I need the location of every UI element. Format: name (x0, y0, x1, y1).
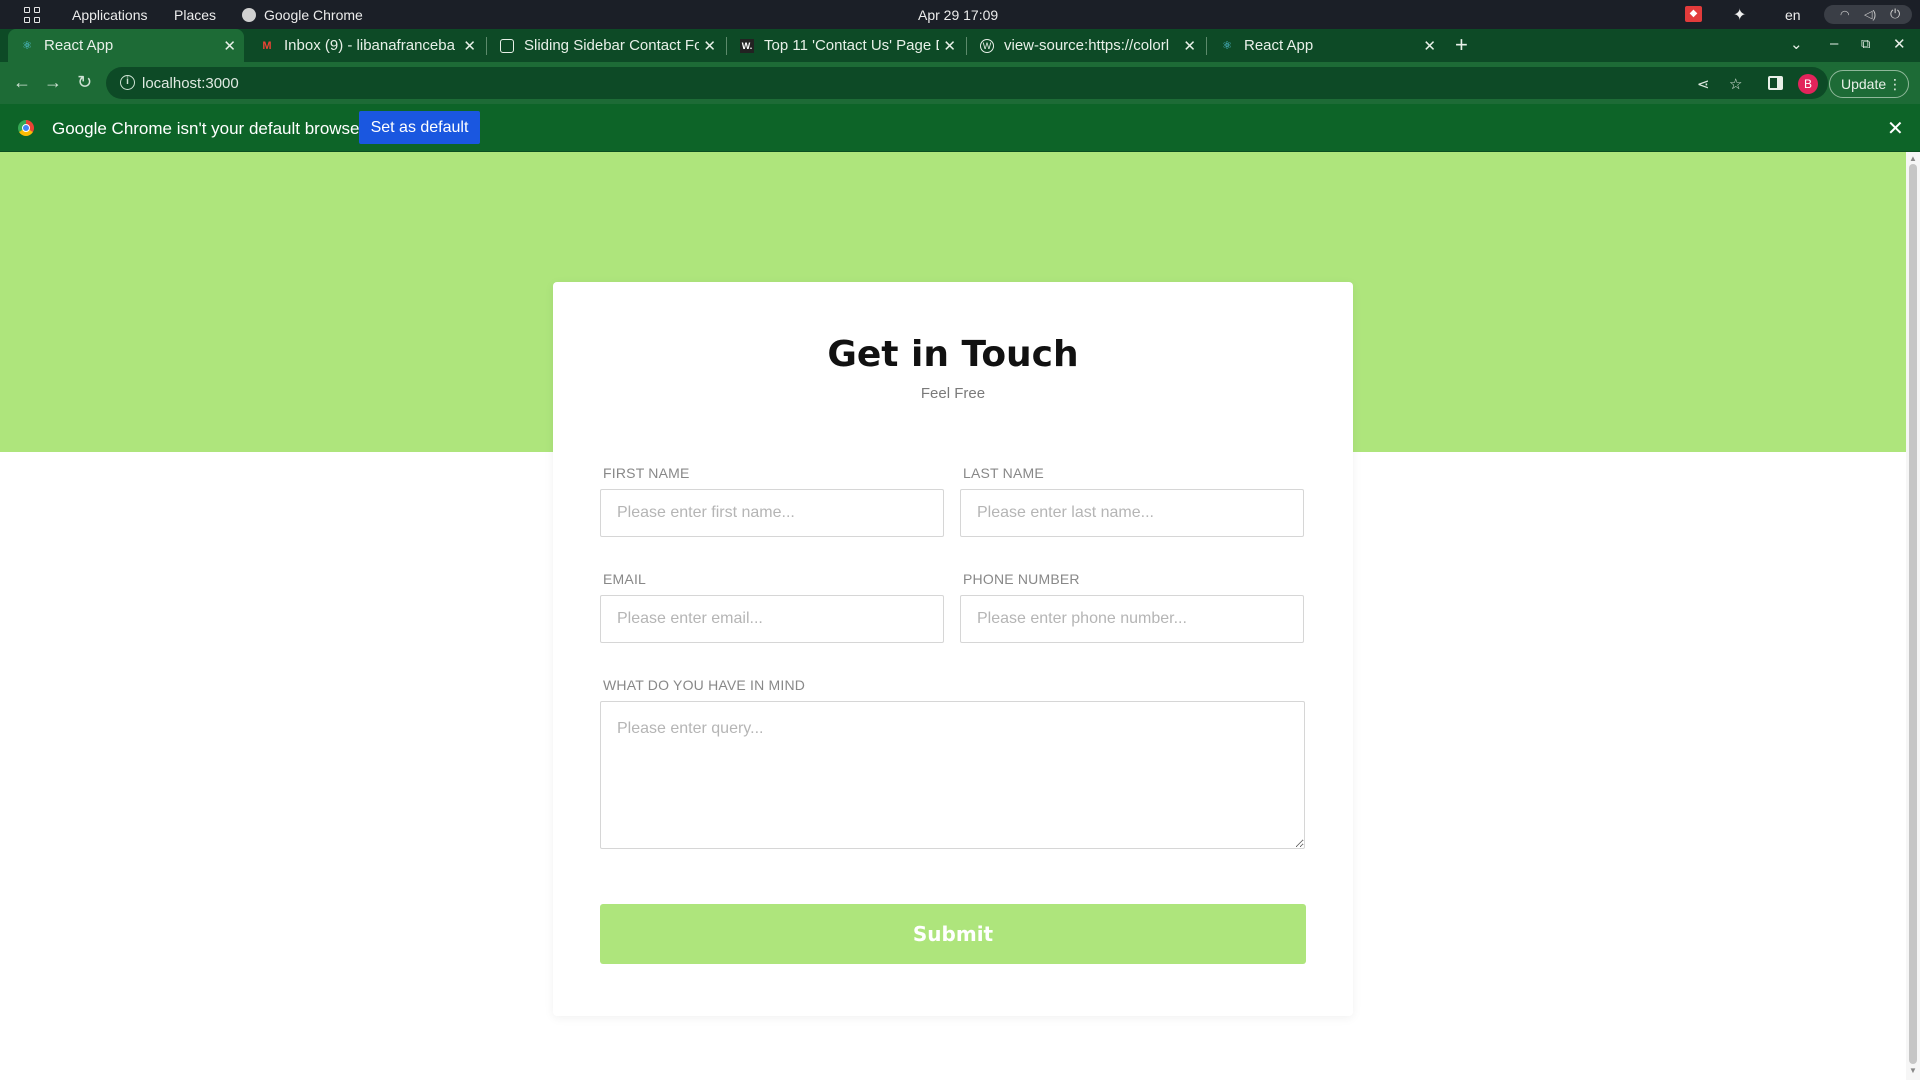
gmail-icon: M (262, 39, 272, 52)
more-menu-icon: ⋮ (1888, 76, 1902, 92)
new-tab-plus-icon[interactable]: + (1455, 32, 1468, 58)
chrome-app-icon (242, 8, 256, 22)
share-icon[interactable]: ⋖ (1697, 75, 1710, 93)
query-label: WHAT DO YOU HAVE IN MIND (603, 677, 806, 693)
phone-number-label: PHONE NUMBER (963, 571, 1080, 587)
react-icon: ⚛ (1222, 40, 1232, 52)
update-label: Update (1841, 76, 1887, 92)
tab-react-app-2[interactable]: ⚛ React App ✕ (1208, 29, 1444, 62)
form-subtitle: Feel Free (920, 385, 986, 402)
close-window-icon[interactable]: ✕ (1893, 35, 1906, 53)
tab-strip: ⚛ React App ✕ M Inbox (9) - libanafrance… (0, 29, 1920, 62)
tab-separator (966, 37, 967, 55)
contact-form-card: Get in Touch Feel Free FIRST NAME LAST N… (553, 282, 1353, 1016)
volume-icon: ◁) (1864, 9, 1877, 21)
places-menu[interactable]: Places (174, 7, 216, 23)
tab-label: React App (1244, 37, 1314, 54)
system-tray[interactable]: ◠ ◁) ⏻ (1824, 5, 1912, 24)
submit-button[interactable]: Submit (600, 904, 1306, 964)
active-app-label: Google Chrome (264, 7, 363, 23)
back-arrow-icon[interactable]: ← (13, 72, 31, 93)
default-browser-infobar: Google Chrome isn't your default browser… (0, 104, 1920, 152)
tab-separator (726, 37, 727, 55)
clock[interactable]: Apr 29 17:09 (918, 7, 998, 23)
app-grid-icon[interactable] (24, 7, 41, 23)
set-as-default-button[interactable]: Set as default (359, 111, 480, 144)
applications-menu[interactable]: Applications (72, 7, 148, 23)
accessibility-icon[interactable]: ✦ (1733, 5, 1746, 25)
tab-label: React App (44, 37, 114, 54)
os-top-bar: Applications Places Google Chrome Apr 29… (0, 0, 1920, 29)
chrome-logo-icon (18, 120, 34, 136)
close-icon[interactable]: ✕ (1183, 37, 1196, 55)
scroll-down-arrow-icon[interactable]: ▼ (1909, 1066, 1917, 1075)
tab-search-chevron-icon[interactable]: ⌄ (1790, 35, 1803, 53)
tab-label: Top 11 'Contact Us' Page D (764, 37, 939, 54)
phone-number-input[interactable] (960, 595, 1304, 643)
page-scrollbar[interactable]: ▲ ▼ (1906, 152, 1920, 1080)
tab-separator (486, 37, 487, 55)
tab-view-source[interactable]: W view-source:https://colorl ✕ (968, 29, 1204, 62)
last-name-label: LAST NAME (963, 465, 1044, 481)
close-icon[interactable]: ✕ (1423, 37, 1436, 55)
tab-label: Sliding Sidebar Contact Fo (524, 37, 699, 54)
bookmark-star-icon[interactable]: ☆ (1729, 75, 1742, 93)
codepen-icon (500, 38, 514, 53)
wordpress-icon: W (980, 38, 994, 53)
tab-separator (1206, 37, 1207, 55)
w-icon: W. (740, 38, 754, 53)
update-button[interactable]: Update ⋮ (1829, 70, 1909, 98)
react-icon: ⚛ (22, 40, 32, 52)
side-panel-icon[interactable] (1768, 76, 1783, 90)
close-icon[interactable]: ✕ (463, 37, 476, 55)
reload-icon[interactable]: ↻ (77, 72, 92, 93)
url-text[interactable]: localhost:3000 (142, 75, 239, 92)
profile-avatar[interactable]: B (1798, 74, 1818, 94)
first-name-label: FIRST NAME (603, 465, 690, 481)
site-info-icon[interactable]: i (120, 75, 135, 90)
last-name-input[interactable] (960, 489, 1304, 537)
form-title: Get in Touch (827, 334, 1079, 375)
infobar-message: Google Chrome isn't your default browser (52, 119, 366, 138)
close-icon[interactable]: ✕ (943, 37, 956, 55)
email-input[interactable] (600, 595, 944, 643)
tab-inbox[interactable]: M Inbox (9) - libanafranceba ✕ (248, 29, 484, 62)
screen-share-icon[interactable]: ◆ (1685, 6, 1702, 22)
tab-sliding-sidebar[interactable]: Sliding Sidebar Contact Fo ✕ (488, 29, 724, 62)
close-icon[interactable]: ✕ (703, 37, 716, 55)
wifi-icon: ◠ (1840, 9, 1850, 21)
tab-label: Inbox (9) - libanafranceba (284, 37, 455, 54)
scrollbar-thumb[interactable] (1909, 164, 1917, 1064)
query-textarea[interactable] (600, 701, 1305, 849)
close-icon[interactable]: ✕ (1887, 116, 1904, 141)
restore-icon[interactable]: ⧉ (1861, 36, 1870, 52)
page-viewport: Get in Touch Feel Free FIRST NAME LAST N… (0, 152, 1906, 1080)
first-name-input[interactable] (600, 489, 944, 537)
power-icon: ⏻ (1890, 6, 1901, 21)
close-icon[interactable]: ✕ (223, 37, 236, 55)
address-bar[interactable]: i localhost:3000 ⋖ ☆ (106, 67, 1828, 99)
tab-react-app[interactable]: ⚛ React App ✕ (8, 29, 244, 62)
forward-arrow-icon[interactable]: → (44, 72, 62, 93)
scroll-up-arrow-icon[interactable]: ▲ (1909, 154, 1917, 163)
email-label: EMAIL (603, 571, 647, 587)
active-app-menu[interactable]: Google Chrome (242, 7, 363, 23)
tab-contact-us-pages[interactable]: W. Top 11 'Contact Us' Page D ✕ (728, 29, 964, 62)
language-indicator[interactable]: en (1785, 7, 1801, 23)
minimize-icon[interactable]: – (1830, 35, 1838, 52)
browser-toolbar: ← → ↻ i localhost:3000 ⋖ ☆ (0, 62, 1920, 104)
tab-label: view-source:https://colorl (1004, 37, 1170, 54)
